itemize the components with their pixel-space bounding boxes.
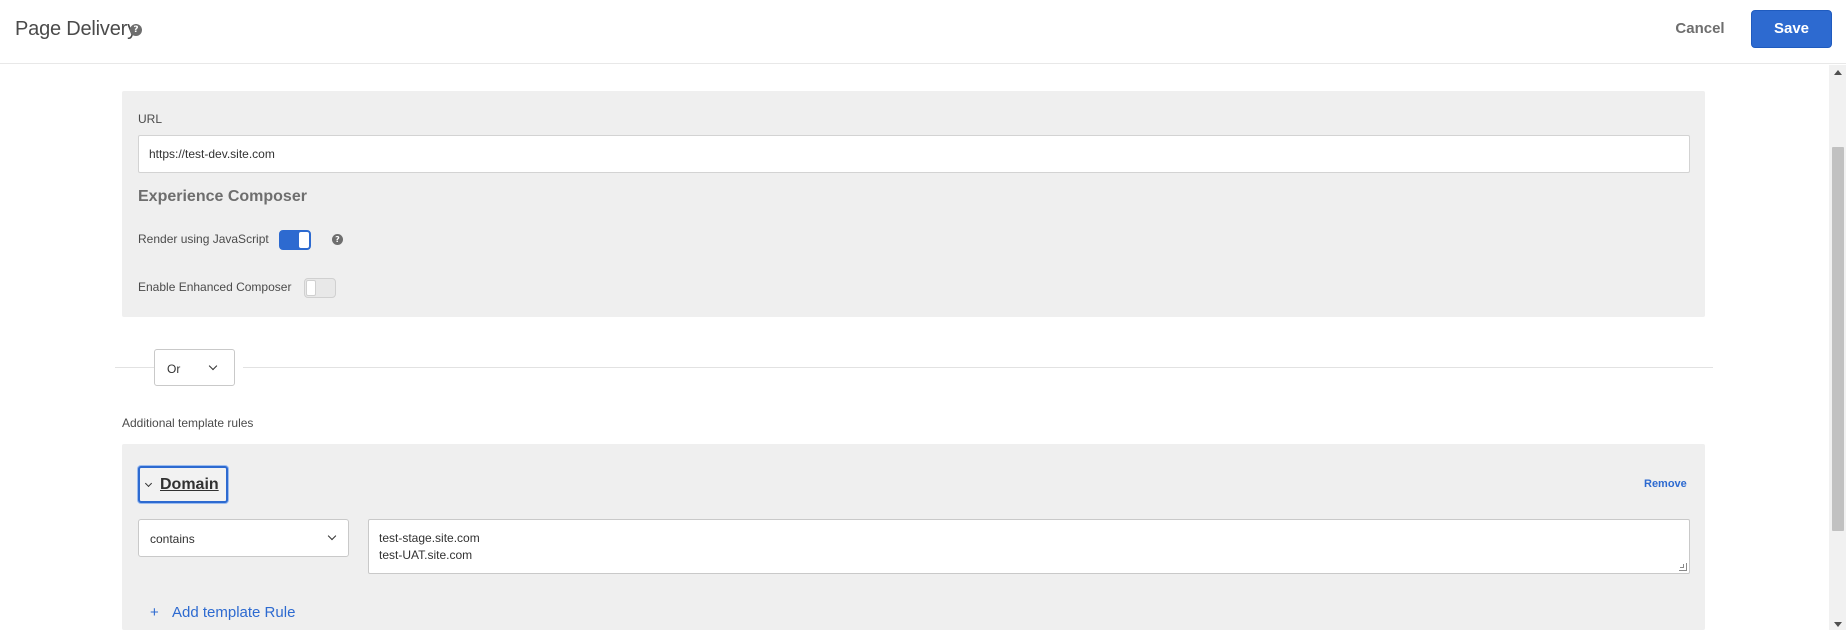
question-circle-icon[interactable]: ? xyxy=(332,234,343,245)
scroll-down-arrow-icon[interactable] xyxy=(1834,622,1842,627)
enhanced-composer-label: Enable Enhanced Composer xyxy=(138,280,292,294)
question-circle-icon[interactable]: ? xyxy=(130,24,142,36)
chevron-down-icon xyxy=(327,531,337,541)
logic-operator-select[interactable]: Or xyxy=(154,349,235,386)
domain-rule-title: Domain xyxy=(160,476,219,493)
toggle-knob xyxy=(299,232,309,248)
plus-icon: + xyxy=(150,604,159,621)
template-rules-panel: Domain Remove contains test-stage.site.c… xyxy=(122,444,1705,630)
chevron-down-icon xyxy=(144,479,153,488)
vertical-scrollbar[interactable] xyxy=(1829,65,1846,630)
page-settings-panel: URL https://test-dev.site.com Experience… xyxy=(122,91,1705,317)
domain-values-textarea[interactable]: test-stage.site.com test-UAT.site.com xyxy=(368,519,1690,574)
domain-value-line: test-stage.site.com xyxy=(379,531,480,545)
domain-rule-collapse-button[interactable]: Domain xyxy=(138,466,228,503)
save-button[interactable]: Save xyxy=(1751,10,1832,48)
operator-select[interactable]: contains xyxy=(138,519,349,557)
additional-template-rules-label: Additional template rules xyxy=(122,416,254,430)
experience-composer-heading: Experience Composer xyxy=(138,188,307,205)
render-js-toggle[interactable] xyxy=(279,230,311,250)
resize-handle-icon[interactable] xyxy=(1679,563,1687,571)
url-input[interactable]: https://test-dev.site.com xyxy=(138,135,1690,173)
enhanced-composer-toggle[interactable] xyxy=(304,278,336,298)
add-template-rule-label: Add template Rule xyxy=(172,604,296,621)
remove-rule-link[interactable]: Remove xyxy=(1644,478,1687,490)
render-js-label: Render using JavaScript xyxy=(138,232,269,246)
divider xyxy=(115,367,155,368)
logic-operator-value: Or xyxy=(167,362,181,376)
cancel-button[interactable]: Cancel xyxy=(1666,14,1734,44)
operator-value: contains xyxy=(150,532,195,546)
url-label: URL xyxy=(138,112,163,126)
scrollbar-thumb[interactable] xyxy=(1832,147,1844,531)
page-header: Page Delivery ? Cancel Save xyxy=(0,0,1846,64)
domain-value-line: test-UAT.site.com xyxy=(379,548,473,562)
divider xyxy=(243,367,1713,368)
add-template-rule-link[interactable]: + Add template Rule xyxy=(150,604,295,621)
scroll-up-arrow-icon[interactable] xyxy=(1834,70,1842,75)
toggle-knob xyxy=(306,280,316,296)
page-title: Page Delivery xyxy=(15,18,137,40)
chevron-down-icon xyxy=(208,361,218,371)
